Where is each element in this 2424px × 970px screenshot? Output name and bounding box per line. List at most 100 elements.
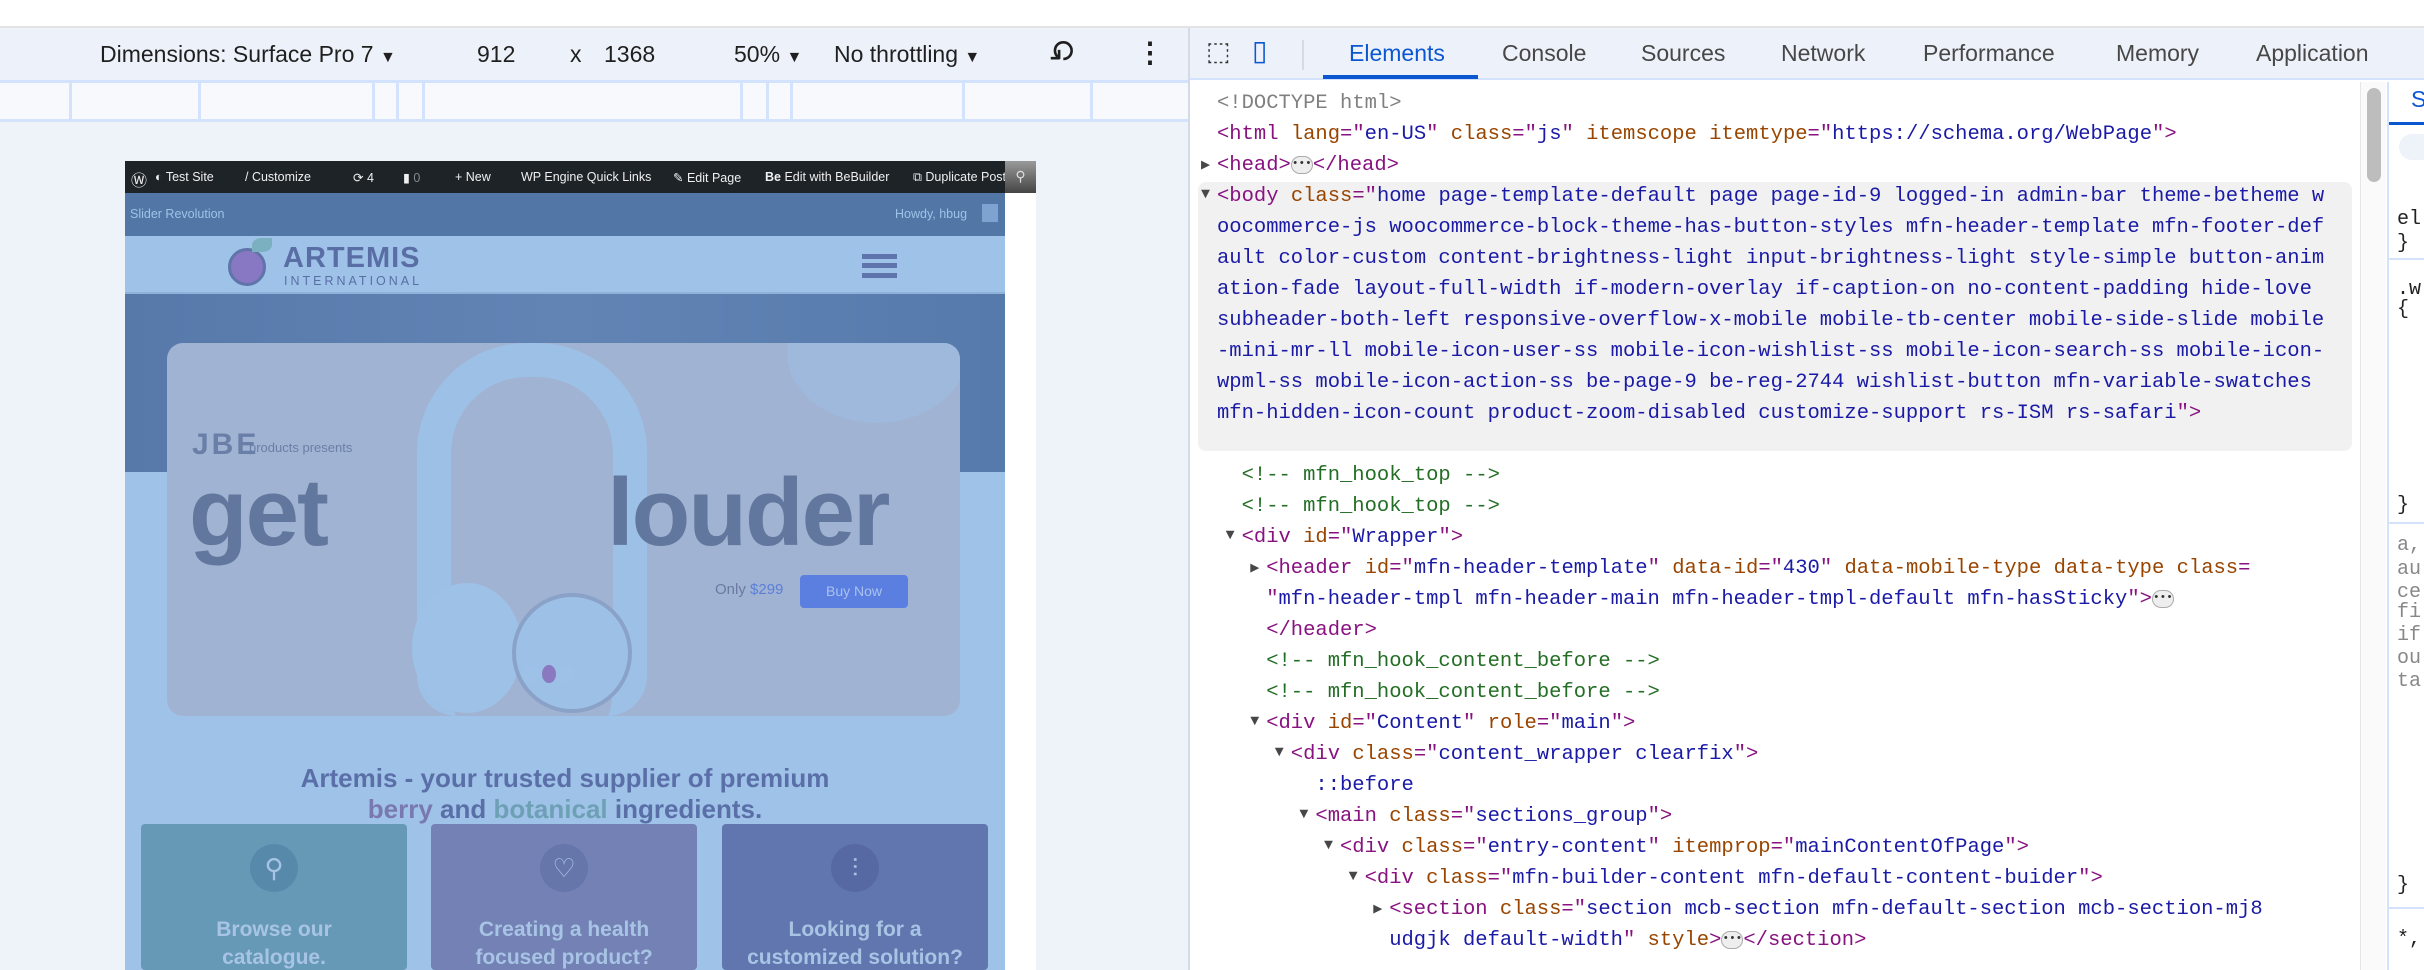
styles-pane: S el}.w{}a,aucefiifouta}*, <box>2387 82 2424 970</box>
dom-node-line[interactable]: <!-- mfn_hook_top --> <box>1242 460 1500 491</box>
collapse-triangle-icon[interactable]: ▼ <box>1250 713 1259 730</box>
page-content-highlighted: Slider Revolution Howdy, hbug ARTEMIS IN… <box>125 193 1005 970</box>
site-header: ARTEMIS INTERNATIONAL <box>125 236 1005 294</box>
dom-node-line[interactable]: <header id="mfn-header-template" data-id… <box>1266 553 2250 584</box>
admin-bar-comments[interactable]: ▮ 0 <box>403 170 420 185</box>
dom-node-body[interactable]: <body class="home page-template-default … <box>1217 181 2328 429</box>
headphone-cup <box>512 593 632 713</box>
dimensions-select[interactable]: Dimensions: Surface Pro 7 ▼ <box>100 41 396 68</box>
dom-node-line[interactable]: </header> <box>1266 615 1377 646</box>
dom-node-line[interactable]: <main class="sections_group"> <box>1315 801 1672 832</box>
dom-node-line[interactable]: <div class="mfn-builder-content mfn-defa… <box>1365 863 2103 894</box>
style-rule-fragment: } <box>2397 494 2410 517</box>
tab-styles[interactable]: S <box>2411 88 2424 111</box>
collapse-triangle-icon[interactable]: ▼ <box>1299 806 1308 823</box>
style-rule-fragment: fi <box>2397 601 2422 624</box>
admin-bar-duplicate[interactable]: ⧉ Duplicate Post <box>913 170 1006 185</box>
tab-memory[interactable]: Memory <box>2116 40 2199 67</box>
logo-text[interactable]: ARTEMIS <box>283 242 421 275</box>
tab-console[interactable]: Console <box>1502 40 1586 67</box>
slider-dot[interactable] <box>524 665 538 683</box>
search-icon[interactable]: ⚲ <box>1005 161 1036 193</box>
expand-triangle-icon[interactable]: ▶ <box>1201 155 1210 174</box>
chevron-down-icon: ▼ <box>964 49 981 66</box>
logo-subtext: INTERNATIONAL <box>284 274 423 288</box>
zoom-select[interactable]: 50% ▼ <box>734 41 802 68</box>
tagline-line1: Artemis - your trusted supplier of premi… <box>300 763 830 793</box>
hamburger-menu-icon[interactable] <box>862 254 897 278</box>
admin-bar-new[interactable]: + New <box>455 170 491 184</box>
chevron-down-icon: ▼ <box>786 49 803 66</box>
rotate-icon[interactable]: ⟲ <box>1038 30 1084 76</box>
collapse-triangle-icon[interactable]: ▼ <box>1275 744 1284 761</box>
dom-node-line[interactable]: udgjk default-width" style>•••</section> <box>1389 925 1866 956</box>
style-rule-fragment: } <box>2397 232 2410 255</box>
ellipsis-button[interactable]: ••• <box>2151 589 2174 608</box>
expand-triangle-icon[interactable]: ▶ <box>1250 558 1259 577</box>
elements-scrollbar[interactable] <box>2360 82 2386 970</box>
dom-node-line[interactable]: <!-- mfn_hook_content_before --> <box>1266 646 1660 677</box>
dom-node-line[interactable]: <div class="content_wrapper clearfix"> <box>1291 739 1759 770</box>
style-rule-fragment: } <box>2397 874 2410 897</box>
collapse-triangle-icon[interactable]: ▼ <box>1226 527 1235 544</box>
wordpress-icon[interactable]: Ⓦ <box>131 167 147 191</box>
admin-bar-edit-page[interactable]: ✎ Edit Page <box>673 170 741 185</box>
throttling-select[interactable]: No throttling ▼ <box>834 41 980 68</box>
health-product-card[interactable]: ♡ Creating a health focused product? <box>431 824 697 970</box>
active-tab-indicator <box>2389 122 2424 125</box>
admin-bar-site[interactable]: ◐ Test Site <box>155 170 214 184</box>
custom-solution-card[interactable]: ⫶ Looking for a customized solution? <box>722 824 988 970</box>
media-query-ruler[interactable] <box>0 80 1188 122</box>
chevron-down-icon: ▼ <box>379 49 396 66</box>
hero-slider: JBE products presents get louder Only $2… <box>167 343 960 716</box>
times-label: x <box>570 41 582 67</box>
dom-node-line[interactable]: <!-- mfn_hook_content_before --> <box>1266 677 1660 708</box>
dom-node-line[interactable]: <section class="section mcb-section mfn-… <box>1389 894 2262 925</box>
ellipsis-button[interactable]: ••• <box>1721 930 1744 949</box>
howdy-user[interactable]: Howdy, hbug <box>895 207 967 221</box>
ellipsis-button[interactable]: ••• <box>1290 155 1313 174</box>
dom-node-line[interactable]: <head>•••</head> <box>1217 150 1399 181</box>
style-rule-fragment: au <box>2397 558 2422 581</box>
tab-performance[interactable]: Performance <box>1923 40 2055 67</box>
slider-dot[interactable] <box>560 665 574 683</box>
style-rule-fragment: ta <box>2397 670 2422 693</box>
admin-bar-updates[interactable]: ⟳ 4 <box>353 170 374 185</box>
width-input[interactable]: 912 <box>477 41 515 68</box>
collapse-triangle-icon[interactable]: ▼ <box>1349 868 1358 885</box>
scrollbar-thumb[interactable] <box>2367 88 2381 182</box>
collapse-triangle-icon[interactable]: ▼ <box>1324 837 1333 854</box>
dom-node-line[interactable]: ::before <box>1315 770 1413 801</box>
expand-triangle-icon[interactable]: ▶ <box>1373 899 1382 918</box>
admin-bar-bebuilder[interactable]: Be Edit with BeBuilder <box>765 170 889 184</box>
price-label: Only $299 <box>715 581 784 598</box>
dom-node-line[interactable]: <div id="Content" role="main"> <box>1266 708 1635 739</box>
filter-input[interactable] <box>2399 134 2424 160</box>
dom-node-line[interactable]: "mfn-header-tmpl mfn-header-main mfn-hea… <box>1266 584 2174 615</box>
dom-node-line[interactable]: <html lang="en-US" class="js" itemscope … <box>1217 119 2177 150</box>
device-toggle-icon[interactable]: ▯ <box>1252 34 1267 67</box>
admin-bar-customize[interactable]: / Customize <box>245 170 311 184</box>
dom-node-line[interactable]: <!-- mfn_hook_top --> <box>1242 491 1500 522</box>
tab-application[interactable]: Application <box>2256 40 2369 67</box>
admin-bar-wpengine[interactable]: WP Engine Quick Links <box>521 170 651 184</box>
style-rule-fragment: el <box>2397 208 2422 231</box>
collapse-triangle-icon[interactable]: ▼ <box>1201 186 1210 203</box>
dom-node-line[interactable]: <div class="entry-content" itemprop="mai… <box>1340 832 2029 863</box>
buy-now-button[interactable]: Buy Now <box>800 575 908 608</box>
height-input[interactable]: 1368 <box>604 41 655 68</box>
avatar <box>982 204 998 222</box>
tab-elements[interactable]: Elements <box>1349 40 1445 67</box>
wp-sub-bar: Slider Revolution Howdy, hbug <box>125 193 1005 236</box>
slider-dot-active[interactable] <box>542 665 556 683</box>
inspect-element-icon[interactable]: ⬚ <box>1206 36 1231 67</box>
tab-sources[interactable]: Sources <box>1641 40 1725 67</box>
dom-node-line[interactable]: <!DOCTYPE html> <box>1217 88 1402 119</box>
decor-circle <box>787 343 960 423</box>
kebab-icon[interactable]: ⋮ <box>1136 36 1164 69</box>
slider-revolution-link[interactable]: Slider Revolution <box>130 207 225 221</box>
elements-tree: <!DOCTYPE html> <html lang="en-US" class=… <box>1190 82 2360 970</box>
dom-node-line[interactable]: <div id="Wrapper"> <box>1242 522 1463 553</box>
tab-network[interactable]: Network <box>1781 40 1865 67</box>
browse-catalogue-card[interactable]: ⚲ Browse our catalogue. <box>141 824 407 970</box>
